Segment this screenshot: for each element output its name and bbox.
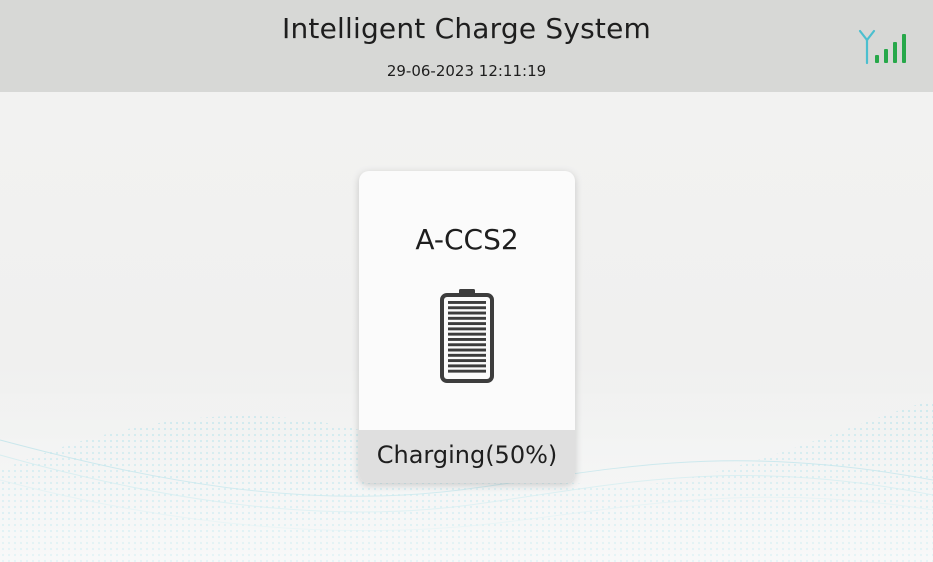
- battery-cell: [448, 316, 486, 320]
- header-bar: Intelligent Charge System 29-06-2023 12:…: [0, 0, 933, 92]
- connector-name: A-CCS2: [415, 223, 519, 256]
- charging-status: Charging(50%): [376, 441, 558, 469]
- page-title: Intelligent Charge System: [282, 12, 651, 45]
- battery-cell: [448, 306, 486, 310]
- datetime-label: 29-06-2023 12:11:19: [386, 62, 547, 80]
- signal-strength-icon: [858, 29, 906, 65]
- battery-cell: [448, 353, 486, 357]
- battery-cell: [448, 369, 486, 373]
- status-bar: Charging(50%): [359, 430, 575, 483]
- battery-cell: [448, 348, 486, 352]
- battery-cell: [448, 327, 486, 331]
- charger-screen: Intelligent Charge System 29-06-2023 12:…: [0, 0, 933, 562]
- battery-icon: [440, 289, 494, 383]
- battery-cell: [448, 364, 486, 368]
- battery-cell: [448, 311, 486, 315]
- battery-cell: [448, 343, 486, 347]
- connector-card[interactable]: A-CCS2 Charging(50%): [359, 171, 575, 483]
- battery-cell: [448, 359, 486, 363]
- battery-cell: [448, 332, 486, 336]
- battery-cell: [448, 322, 486, 326]
- battery-cell: [448, 338, 486, 341]
- battery-cell: [448, 301, 486, 304]
